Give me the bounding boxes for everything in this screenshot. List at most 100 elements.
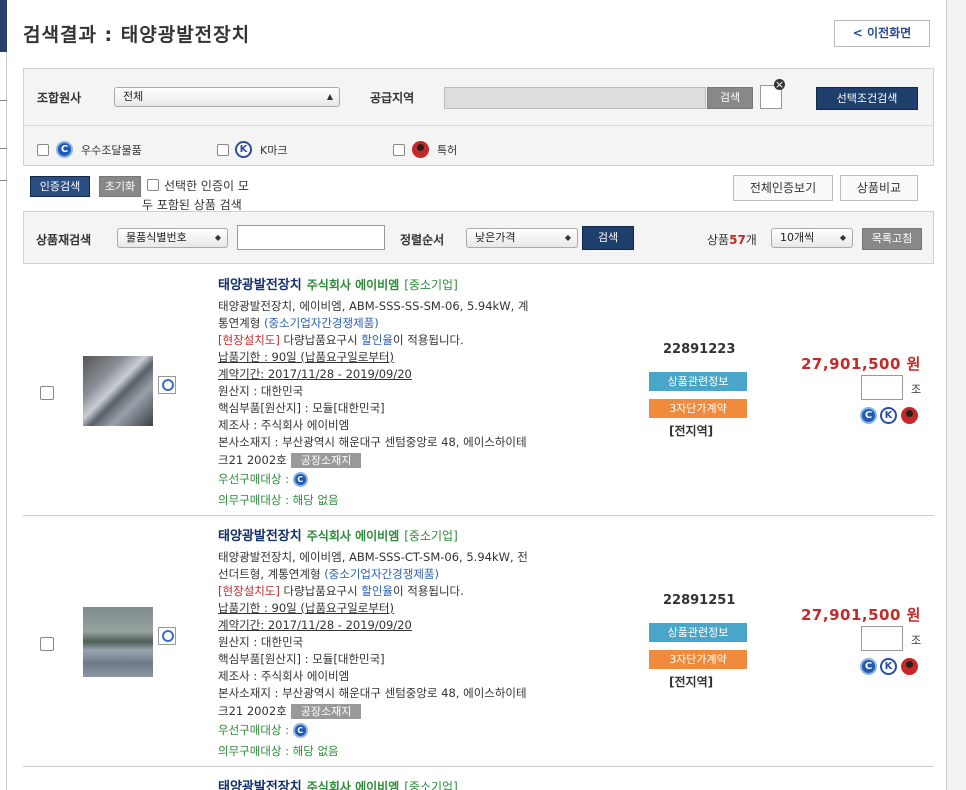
product-info-button[interactable]: 상품관련정보 [649, 623, 747, 642]
sort-label: 정렬순서 [400, 233, 445, 247]
product-desc-cont: 선더트형, 계통연계형 (중소기업자간경쟁제품) [218, 567, 439, 581]
per-page-value: 10개씩 [780, 231, 815, 244]
left-accent-bar [0, 0, 7, 52]
contract-period[interactable]: 계약기간: 2017/11/28 - 2019/09/20 [218, 366, 412, 382]
compare-button[interactable]: 상품비교 [840, 175, 918, 201]
priority-purchase: 우선구매대상 : C [218, 722, 308, 738]
quantity-input[interactable] [861, 626, 903, 651]
product-desc: 태양광발전장치, 에이비엠, ABM-SSS-SS-SM-06, 5.94kW,… [218, 299, 529, 313]
product-checkbox[interactable] [40, 637, 54, 651]
select-arrow-icon: ◆ [214, 233, 221, 242]
product-price: 27,901,500 원 [801, 606, 921, 624]
origin: 원산지 : 대한민국 [218, 384, 304, 398]
delivery-period[interactable]: 납품기한 : 90일 (납품요구일로부터) [218, 600, 394, 616]
agency-select-value: 전체 [123, 90, 144, 103]
patent-icon [901, 407, 918, 424]
product-title[interactable]: 태양광발전장치 주식회사 에이비엠 [중소기업] [218, 776, 458, 790]
core-part: 핵심부품[원산지] : 모듈[대한민국] [218, 652, 385, 666]
view-all-certs-button[interactable]: 전체인증보기 [733, 175, 833, 201]
product-desc: 태양광발전장치, 에이비엠, ABM-SSS-CT-SM-06, 5.94kW,… [218, 550, 528, 564]
region-input[interactable] [444, 87, 706, 109]
product-title[interactable]: 태양광발전장치 주식회사 에이비엠 [중소기업] [218, 274, 458, 293]
research-field-select[interactable]: 물품식별번호 ◆ [117, 228, 228, 248]
agency-select[interactable]: 전체 ▲ [114, 87, 340, 107]
select-arrow-icon: ◆ [564, 233, 571, 242]
reset-button[interactable]: 초기화 [99, 176, 141, 197]
k-mark-icon: K [880, 407, 897, 424]
select-arrow-icon: ◆ [839, 233, 846, 242]
agency-label: 조합원사 [37, 91, 82, 105]
sort-select[interactable]: 낮은가격 ◆ [466, 228, 578, 248]
core-part: 핵심부품[원산지] : 모듈[대한민국] [218, 401, 385, 415]
discount-note: [현장설치도] 다량납품요구시 할인율이 적용됩니다. [218, 333, 464, 347]
research-bar: 상품재검색 물품식별번호 ◆ 정렬순서 낮은가격 ◆ 검색 상품57개 10개씩… [23, 211, 934, 264]
cert3-checkbox[interactable] [393, 144, 405, 156]
patent-icon [901, 658, 918, 675]
hq-address-cont: 크21 2002호 공장소재지 [218, 452, 362, 468]
hq-address: 본사소재지 : 부산광역시 해운대구 센텀중앙로 48, 에이스하이테 [218, 686, 527, 700]
contract-type-badge: 3자단가계약 [649, 399, 747, 418]
research-label: 상품재검색 [36, 233, 92, 247]
product-row: 태양광발전장치 주식회사 에이비엠 [중소기업] 태양광발전장치, 에이비엠, AB… [23, 515, 934, 767]
k-mark-icon: K [235, 141, 252, 158]
quantity-unit: 조 [911, 383, 922, 396]
page-title: 검색결과 : 태양광발전장치 [23, 24, 251, 46]
zoom-icon[interactable] [158, 376, 176, 394]
patent-icon [412, 141, 429, 158]
product-title[interactable]: 태양광발전장치 주식회사 에이비엠 [중소기업] [218, 525, 458, 544]
product-checkbox[interactable] [40, 386, 54, 400]
factory-location-button[interactable]: 공장소재지 [290, 704, 362, 719]
priority-purchase: 우선구매대상 : C [218, 471, 308, 487]
filter-row: 조합원사 전체 ▲ 공급지역 검색 선택조건검색 [24, 69, 933, 126]
supply-area: [전지역] [669, 675, 714, 689]
cert1-label: 우수조달물품 [81, 144, 142, 157]
quantity-unit: 조 [911, 634, 922, 647]
cert2-checkbox[interactable] [217, 144, 229, 156]
k-mark-icon: K [880, 658, 897, 675]
mandatory-purchase: 의무구매대상 : 해당 없음 [218, 493, 339, 507]
product-row: 태양광발전장치 주식회사 에이비엠 [중소기업] 태양광발전장치, 에이비엠, AB… [23, 264, 934, 516]
origin: 원산지 : 대한민국 [218, 635, 304, 649]
delivery-period[interactable]: 납품기한 : 90일 (납품요구일로부터) [218, 349, 394, 365]
product-count: 상품57개 [707, 233, 757, 247]
hq-address: 본사소재지 : 부산광역시 해운대구 센텀중앙로 48, 에이스하이테 [218, 435, 527, 449]
excellent-procurement-icon: C [292, 472, 308, 487]
product-code: 22891223 [663, 342, 736, 357]
sort-value: 낮은가격 [475, 231, 516, 244]
list-refresh-button[interactable]: 목록고침 [862, 228, 922, 250]
hq-address-cont: 크21 2002호 공장소재지 [218, 703, 362, 719]
product-price: 27,901,500 원 [801, 355, 921, 373]
contract-period[interactable]: 계약기간: 2017/11/28 - 2019/09/20 [218, 617, 412, 633]
research-search-button[interactable]: 검색 [582, 226, 634, 250]
excellent-procurement-icon: C [56, 141, 73, 158]
left-edge [0, 52, 7, 790]
select-arrow-icon: ▲ [326, 92, 333, 101]
factory-location-button[interactable]: 공장소재지 [290, 453, 362, 468]
zoom-icon[interactable] [158, 627, 176, 645]
product-info-button[interactable]: 상품관련정보 [649, 372, 747, 391]
cert1-checkbox[interactable] [37, 144, 49, 156]
supply-area: [전지역] [669, 424, 714, 438]
right-gutter [947, 0, 966, 790]
region-label: 공급지역 [370, 91, 415, 105]
per-page-select[interactable]: 10개씩 ◆ [771, 228, 853, 248]
discount-note: [현장설치도] 다량납품요구시 할인율이 적용됩니다. [218, 584, 464, 598]
product-desc-cont: 통연계형 (중소기업자간경쟁제품) [218, 316, 379, 330]
excellent-procurement-icon: C [860, 658, 877, 675]
product-thumbnail[interactable] [83, 356, 153, 426]
reset-document-icon[interactable] [760, 79, 785, 109]
filter-panel: 조합원사 전체 ▲ 공급지역 검색 선택조건검색 C 우수조달물품 K K마크 … [23, 68, 934, 166]
maker: 제조사 : 주식회사 에이비엠 [218, 418, 350, 432]
quantity-input[interactable] [861, 375, 903, 400]
selected-condition-search-button[interactable]: 선택조건검색 [816, 87, 918, 110]
back-button[interactable]: < 이전화면 [834, 20, 930, 47]
region-search-button[interactable]: 검색 [707, 87, 753, 109]
excellent-procurement-icon: C [292, 723, 308, 738]
product-thumbnail[interactable] [83, 607, 153, 677]
all-cert-line1: 선택한 인증이 모 [164, 179, 249, 193]
cert-search-button[interactable]: 인증검색 [30, 176, 90, 197]
research-input[interactable] [237, 225, 385, 250]
excellent-procurement-icon: C [860, 407, 877, 424]
all-cert-checkbox[interactable] [147, 179, 159, 191]
product-code: 22891251 [663, 593, 736, 608]
